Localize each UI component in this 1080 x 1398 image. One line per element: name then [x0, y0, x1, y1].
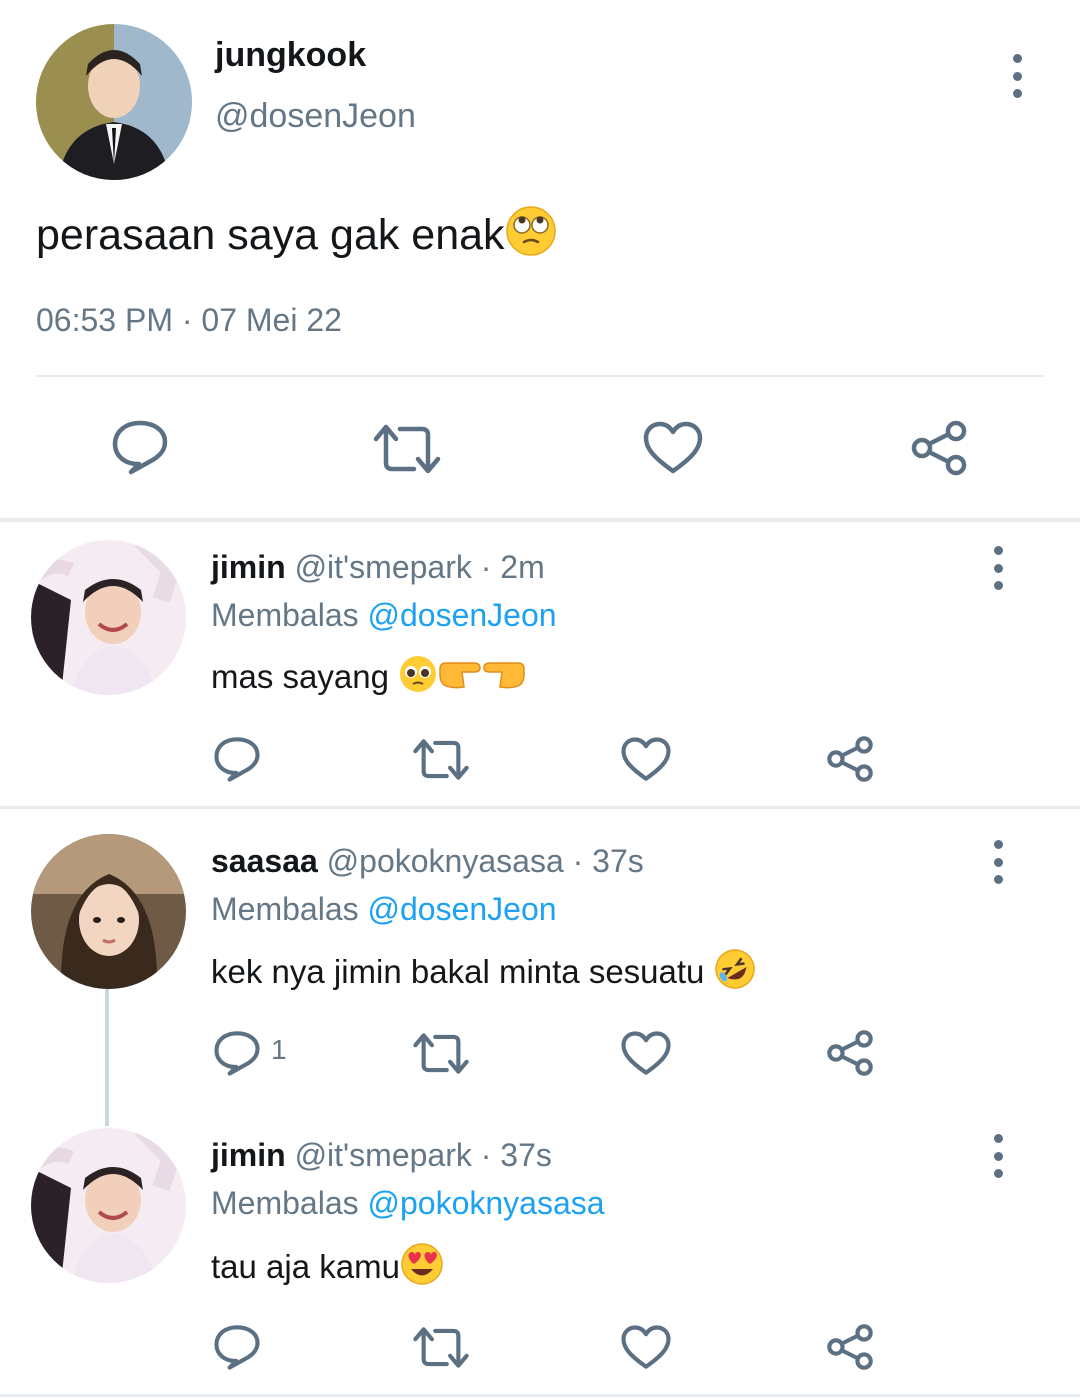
more-options-icon[interactable] [984, 1134, 1012, 1178]
replying-to-handle[interactable]: @dosenJeon [368, 891, 557, 927]
tweet-text: perasaan saya gak enak [36, 205, 557, 270]
reply-text-content: mas sayang [211, 658, 399, 696]
avatar[interactable] [31, 834, 186, 989]
section-divider [0, 1394, 1080, 1397]
retweet-icon[interactable] [412, 1326, 470, 1369]
reply-icon[interactable] [111, 419, 169, 475]
section-divider [0, 806, 1080, 809]
time-ago: · 2m [480, 549, 545, 585]
reply-icon[interactable] [213, 1030, 261, 1076]
pleading-face-emoji [398, 654, 438, 705]
like-icon[interactable] [621, 1325, 671, 1370]
replying-prefix: Membalas [211, 597, 359, 633]
retweet-icon[interactable] [412, 738, 470, 781]
replying-to-handle[interactable]: @dosenJeon [368, 597, 557, 633]
reply-text: mas sayang [211, 654, 526, 705]
eye-roll-emoji [505, 205, 557, 270]
timestamp: 06:53 PM · 07 Mei 22 [36, 302, 342, 338]
like-icon[interactable] [643, 421, 703, 475]
divider [36, 375, 1044, 377]
share-icon[interactable] [909, 419, 969, 477]
more-options-icon[interactable] [1003, 54, 1031, 98]
share-icon[interactable] [825, 735, 875, 783]
reply-header: jimin @it'smepark · 37s [211, 1137, 552, 1174]
reply-text-content: tau aja kamu [211, 1248, 400, 1286]
reply-header: saasaa @pokoknyasasa · 37s [211, 843, 644, 880]
avatar[interactable] [31, 1128, 186, 1283]
avatar[interactable] [31, 540, 186, 695]
replying-to: Membalas @dosenJeon [211, 597, 557, 634]
reply-icon[interactable] [213, 1324, 261, 1370]
more-options-icon[interactable] [984, 546, 1012, 590]
thread-line [105, 986, 109, 1126]
retweet-icon[interactable] [372, 423, 442, 475]
replying-prefix: Membalas [211, 891, 359, 927]
reply-icon[interactable] [213, 736, 261, 782]
more-options-icon[interactable] [984, 840, 1012, 884]
reply-text: kek nya jimin bakal minta sesuatu [211, 948, 756, 1001]
handle[interactable]: @it'smepark [295, 1137, 472, 1173]
pointing-right-emoji [438, 657, 482, 702]
share-icon[interactable] [825, 1029, 875, 1077]
avatar[interactable] [36, 24, 192, 180]
reply-text-content: kek nya jimin bakal minta sesuatu [211, 953, 714, 991]
share-icon[interactable] [825, 1323, 875, 1371]
like-icon[interactable] [621, 737, 671, 782]
display-name[interactable]: jimin [211, 549, 286, 585]
display-name[interactable]: saasaa [211, 843, 318, 879]
display-name[interactable]: jimin [211, 1137, 286, 1173]
handle[interactable]: @it'smepark [295, 549, 472, 585]
reply-text: tau aja kamu [211, 1242, 444, 1297]
handle[interactable]: @dosenJeon [215, 97, 416, 136]
section-divider [0, 518, 1080, 522]
replying-to: Membalas @dosenJeon [211, 891, 557, 928]
time-ago: · 37s [480, 1137, 552, 1173]
replying-to-handle[interactable]: @pokoknyasasa [368, 1185, 605, 1221]
like-icon[interactable] [621, 1031, 671, 1076]
rolling-laughing-emoji [714, 948, 756, 1001]
tweet-text-content: perasaan saya gak enak [36, 210, 505, 259]
replying-to: Membalas @pokoknyasasa [211, 1185, 605, 1222]
reply-header: jimin @it'smepark · 2m [211, 549, 545, 586]
pointing-left-emoji [482, 657, 526, 702]
heart-eyes-emoji [400, 1242, 444, 1297]
retweet-icon[interactable] [412, 1032, 470, 1075]
reply-count: 1 [271, 1034, 287, 1065]
display-name[interactable]: jungkook [215, 36, 366, 75]
replying-prefix: Membalas [211, 1185, 359, 1221]
time-ago: · 37s [572, 843, 644, 879]
handle[interactable]: @pokoknyasasa [327, 843, 564, 879]
